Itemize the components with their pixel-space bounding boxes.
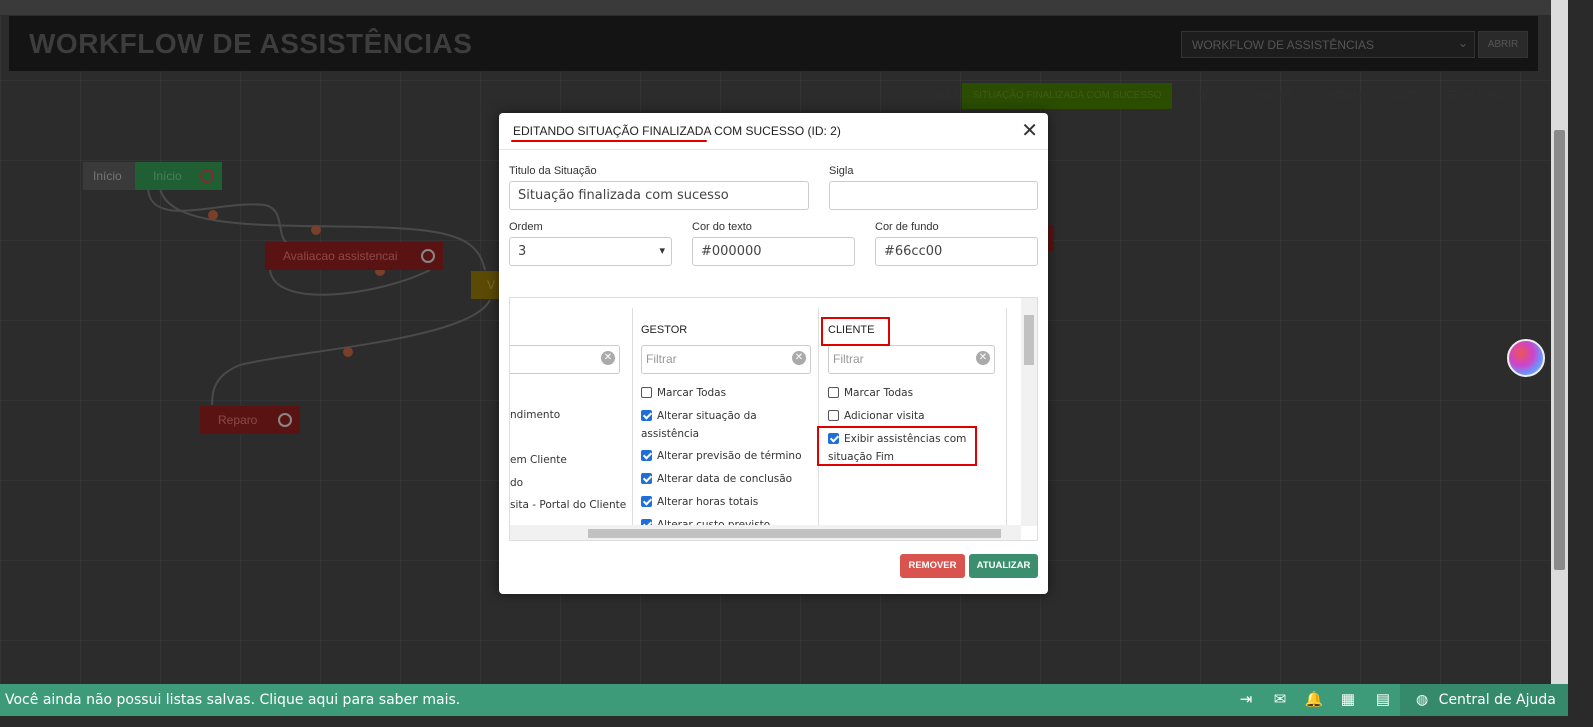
cliente-check-all[interactable]: Marcar Todas (828, 384, 913, 402)
chevron-down-icon: ▾ (659, 244, 665, 257)
text-color-label: Cor do texto (692, 221, 752, 233)
cliente-permission-item[interactable]: Adicionar visita (828, 407, 925, 425)
checkbox[interactable] (641, 450, 652, 461)
title-label: Titulo da Situação (509, 165, 597, 177)
column-left: ✕ ndimento em Cliente do sita - Portal d… (510, 308, 633, 530)
clear-icon[interactable]: ✕ (792, 351, 806, 365)
checkbox[interactable] (641, 387, 652, 398)
saved-lists-message[interactable]: Você ainda não possui listas salvas. Cli… (5, 692, 460, 708)
left-filter-input[interactable]: ✕ (510, 345, 620, 374)
panel-horizontal-scrollbar[interactable] (510, 525, 1021, 540)
gestor-permission-item[interactable]: Alterar previsão de término (641, 447, 802, 465)
title-input[interactable]: Situação finalizada com sucesso (509, 181, 809, 210)
mail-star-icon[interactable]: ✉ (1270, 690, 1290, 710)
order-label: Ordem (509, 221, 543, 233)
sigla-label: Sigla (829, 165, 854, 177)
close-icon[interactable]: ✕ (1021, 118, 1038, 143)
search-icon: ⚲ (1382, 90, 1393, 101)
page-title: WORKFLOW DE ASSISTÊNCIAS (29, 28, 473, 59)
chat-icon: ◍ (1416, 692, 1429, 708)
left-item[interactable]: ndimento (510, 406, 560, 424)
edit-status-modal: EDITANDO SITUAÇÃO FINALIZADA COM SUCESSO… (499, 113, 1048, 594)
calendar-icon[interactable]: ▦ (1338, 690, 1358, 710)
panel-vertical-scrollbar[interactable] (1021, 298, 1037, 526)
node-reparo[interactable]: Reparo (200, 406, 300, 434)
bottom-notification-bar: Você ainda não possui listas salvas. Cli… (0, 684, 1568, 716)
checkbox[interactable] (641, 496, 652, 507)
gestor-heading: GESTOR (641, 324, 688, 336)
order-button[interactable]: ⇕ ORDEM (1313, 83, 1361, 109)
page-scrollbar[interactable] (1551, 0, 1568, 695)
node-avaliacao[interactable]: Avaliacao assistencai (265, 242, 443, 270)
node-partial[interactable] (1048, 225, 1054, 251)
node-connector[interactable] (278, 413, 292, 427)
node-label: Reparo (218, 413, 258, 427)
gestor-filter-input[interactable]: Filtrar ✕ (641, 345, 811, 374)
node-label: Avaliacao assistencai (283, 249, 398, 263)
left-item[interactable]: sita - Portal do Cliente (510, 496, 626, 514)
left-item[interactable]: do (510, 474, 523, 492)
checkbox[interactable] (641, 473, 652, 484)
bg-color-label: Cor de fundo (875, 221, 939, 233)
clear-icon[interactable]: ✕ (976, 351, 990, 365)
update-button[interactable]: ATUALIZAR (969, 554, 1038, 578)
zoom-button[interactable]: ⚲ ZOOM (1382, 83, 1422, 109)
save-button[interactable]: SALVAR (1254, 83, 1292, 109)
modal-title: EDITANDO SITUAÇÃO FINALIZADA COM SUCESSO… (513, 124, 841, 138)
status-button[interactable]: SITUAÇÃO FINALIZADA COM SUCESSO (962, 83, 1172, 109)
assistant-orb[interactable] (1507, 339, 1545, 377)
node-label: Início (153, 169, 182, 183)
node-connector[interactable] (421, 249, 435, 263)
page-scrollbar-thumb[interactable] (1554, 130, 1565, 570)
order-select[interactable]: 3 ▾ (509, 237, 672, 266)
annotation-box-exibir (817, 426, 977, 466)
text-color-input[interactable]: #000000 (692, 237, 855, 266)
help-center-label: Central de Ajuda (1438, 692, 1556, 708)
gestor-permission-item[interactable]: Alterar data de conclusão (641, 470, 792, 488)
pencil-icon: ✎ (1186, 90, 1198, 101)
scrollbar-thumb[interactable] (1024, 315, 1034, 365)
checkbox[interactable] (828, 387, 839, 398)
chevron-down-icon: ⌄ (1457, 36, 1468, 50)
bell-icon[interactable]: 🔔 (1304, 690, 1324, 710)
node-inicio[interactable]: Início (135, 162, 222, 190)
gestor-check-all[interactable]: Marcar Todas (641, 384, 726, 402)
annotation-underline (511, 140, 707, 142)
clear-icon[interactable]: ✕ (601, 351, 615, 365)
modal-header: EDITANDO SITUAÇÃO FINALIZADA COM SUCESSO… (499, 113, 1048, 150)
toolbar-faint-label: VOLT (934, 90, 960, 101)
gestor-permission-item[interactable]: Alterar horas totais (641, 493, 758, 511)
annotation-box-cliente (821, 317, 890, 346)
left-item[interactable]: em Cliente (510, 451, 567, 469)
scrollbar-thumb[interactable] (588, 529, 1001, 538)
node-start-tag: Início (83, 162, 135, 190)
open-button[interactable]: ABRIR (1478, 31, 1528, 58)
bg-color-input[interactable]: #66cc00 (875, 237, 1038, 266)
node-yellow[interactable]: V (471, 271, 501, 299)
sigla-input[interactable] (829, 181, 1038, 210)
checkbox[interactable] (641, 410, 652, 421)
checkbox[interactable] (828, 410, 839, 421)
remove-button[interactable]: REMOVER (900, 554, 965, 578)
cliente-filter-input[interactable]: Filtrar ✕ (828, 345, 995, 374)
help-center-button[interactable]: ◍ Central de Ajuda (1400, 684, 1568, 716)
sort-icon: ⇕ (1313, 90, 1325, 101)
node-connector[interactable] (200, 169, 214, 183)
calculator-icon[interactable]: ▤ (1373, 690, 1393, 710)
workflow-select[interactable]: WORKFLOW DE ASSISTÊNCIAS ⌄ (1181, 31, 1475, 58)
permissions-panel[interactable]: ✕ ndimento em Cliente do sita - Portal d… (509, 297, 1038, 541)
list-icon: ☰ (1448, 90, 1460, 101)
gestor-permission-item[interactable]: Alterar situação da assistência (641, 407, 809, 443)
history-button[interactable]: ☰ HISTÓRICO (1448, 83, 1515, 109)
new-button[interactable]: ✎ NOVO (1186, 83, 1227, 109)
collapse-icon[interactable]: ⇥ (1236, 690, 1256, 710)
column-gestor: GESTOR Filtrar ✕ Marcar Todas Alterar sit… (632, 308, 819, 531)
